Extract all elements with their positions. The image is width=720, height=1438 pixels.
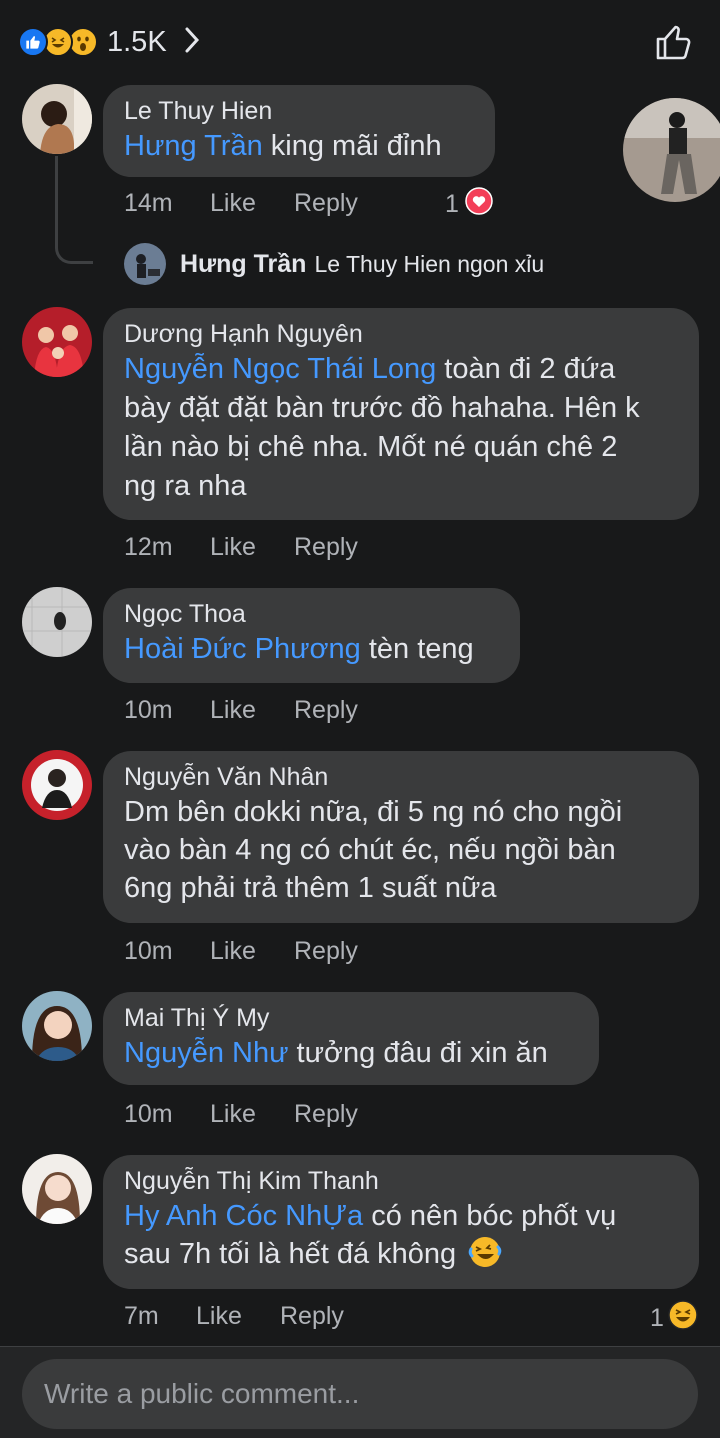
comment-meta: 10m Like Reply	[124, 696, 358, 725]
avatar[interactable]	[22, 1154, 92, 1224]
comment-text: Dm bên dokki nữa, đi 5 ng nó cho ngồi và…	[124, 796, 623, 904]
mention-link[interactable]: Hoài Đức Phương	[124, 633, 361, 665]
reaction-count: 1.5K	[107, 25, 167, 58]
like-button[interactable]: Like	[210, 533, 294, 562]
comment-composer	[0, 1346, 720, 1438]
comment-bubble[interactable]: Ngọc Thoa Hoài Đức Phương tèn teng	[103, 588, 520, 683]
avatar[interactable]	[22, 750, 92, 820]
avatar[interactable]	[22, 587, 92, 657]
like-button[interactable]: Like	[196, 1302, 280, 1331]
comment-time: 7m	[124, 1302, 159, 1330]
mention-link[interactable]: Hưng Trần	[124, 130, 263, 162]
comment-meta: 10m Like Reply	[124, 1100, 358, 1129]
comment-bubble[interactable]: Le Thuy Hien Hưng Trần king mãi đỉnh	[103, 85, 495, 177]
like-button[interactable]: Like	[210, 937, 294, 966]
comment-input[interactable]	[22, 1359, 698, 1429]
avatar[interactable]	[22, 84, 92, 154]
love-reaction-icon	[465, 187, 493, 222]
comment-author[interactable]: Dương Hạnh Nguyên	[124, 318, 677, 350]
reply-button[interactable]: Reply	[294, 189, 358, 218]
comment-time: 10m	[124, 937, 173, 965]
avatar	[124, 243, 166, 285]
reply-button[interactable]: Reply	[294, 533, 358, 562]
comment-reactions[interactable]: 1	[650, 1300, 698, 1337]
chevron-right-icon	[183, 26, 201, 59]
like-button[interactable]: Like	[210, 696, 294, 725]
avatar[interactable]	[22, 991, 92, 1061]
comment-author[interactable]: Nguyễn Thị Kim Thanh	[124, 1165, 677, 1197]
reaction-count: 1	[650, 1304, 664, 1332]
comment-author[interactable]: Nguyễn Văn Nhân	[124, 761, 677, 793]
reply-button[interactable]: Reply	[294, 696, 358, 725]
avatar[interactable]	[22, 307, 92, 377]
comment-meta: 14m Like Reply	[124, 189, 358, 218]
reply-text: Le Thuy Hien ngon xỉu	[314, 250, 545, 277]
comment-bubble[interactable]: Dương Hạnh Nguyên Nguyễn Ngọc Thái Long …	[103, 308, 699, 520]
comment-text: Hưng Trần king mãi đỉnh	[124, 130, 442, 162]
mention-link[interactable]: Nguyễn Ngọc Thái Long	[124, 353, 436, 385]
comment-author[interactable]: Mai Thị Ý My	[124, 1002, 577, 1034]
comment-time: 12m	[124, 533, 173, 561]
comment-reactions[interactable]: 1	[445, 187, 493, 222]
comment-meta: 10m Like Reply	[124, 937, 358, 966]
reaction-count: 1	[445, 190, 459, 218]
haha-reaction-icon	[668, 1300, 698, 1337]
comment-bubble[interactable]: Mai Thị Ý My Nguyễn Như tưởng đâu đi xin…	[103, 992, 599, 1085]
reply-button[interactable]: Reply	[294, 937, 358, 966]
comment-time: 10m	[124, 696, 173, 724]
thumbs-up-icon[interactable]	[654, 22, 694, 67]
like-button[interactable]: Like	[210, 189, 294, 218]
like-reaction-icon	[18, 27, 48, 57]
avatar[interactable]	[623, 98, 720, 202]
mention-link[interactable]: Hy Anh Cóc NhỰa	[124, 1200, 363, 1232]
comment-text: Hy Anh Cóc NhỰa có nên bóc phốt vụ sau 7…	[124, 1197, 677, 1279]
mention-link[interactable]: Nguyễn Như	[124, 1037, 289, 1069]
reply-preview[interactable]: Hưng Trần Le Thuy Hien ngon xỉu	[124, 243, 544, 285]
comment-bubble[interactable]: Nguyễn Thị Kim Thanh Hy Anh Cóc NhỰa có …	[103, 1155, 699, 1289]
like-button[interactable]: Like	[210, 1100, 294, 1129]
comment-text: Hoài Đức Phương tèn teng	[124, 633, 474, 665]
comment-meta: 7m Like Reply	[124, 1302, 344, 1331]
reactions-summary[interactable]: 1.5K	[18, 26, 201, 58]
comment-bubble[interactable]: Nguyễn Văn Nhân Dm bên dokki nữa, đi 5 n…	[103, 751, 699, 923]
comment-text: Nguyễn Như tưởng đâu đi xin ăn	[124, 1037, 548, 1069]
reply-button[interactable]: Reply	[294, 1100, 358, 1129]
comment-text: Nguyễn Ngọc Thái Long toàn đi 2 đứa bày …	[124, 353, 640, 502]
comment-author[interactable]: Le Thuy Hien	[124, 95, 473, 127]
comment-time: 14m	[124, 189, 173, 217]
reactions-bar: 1.5K	[0, 0, 720, 84]
reply-button[interactable]: Reply	[280, 1302, 344, 1331]
comment-meta: 12m Like Reply	[124, 533, 358, 562]
comment-time: 10m	[124, 1100, 173, 1128]
laughing-tears-emoji-icon	[468, 1235, 502, 1279]
reply-author[interactable]: Hưng Trần	[180, 250, 306, 279]
thread-connector	[55, 156, 93, 264]
comment-author[interactable]: Ngọc Thoa	[124, 598, 498, 630]
